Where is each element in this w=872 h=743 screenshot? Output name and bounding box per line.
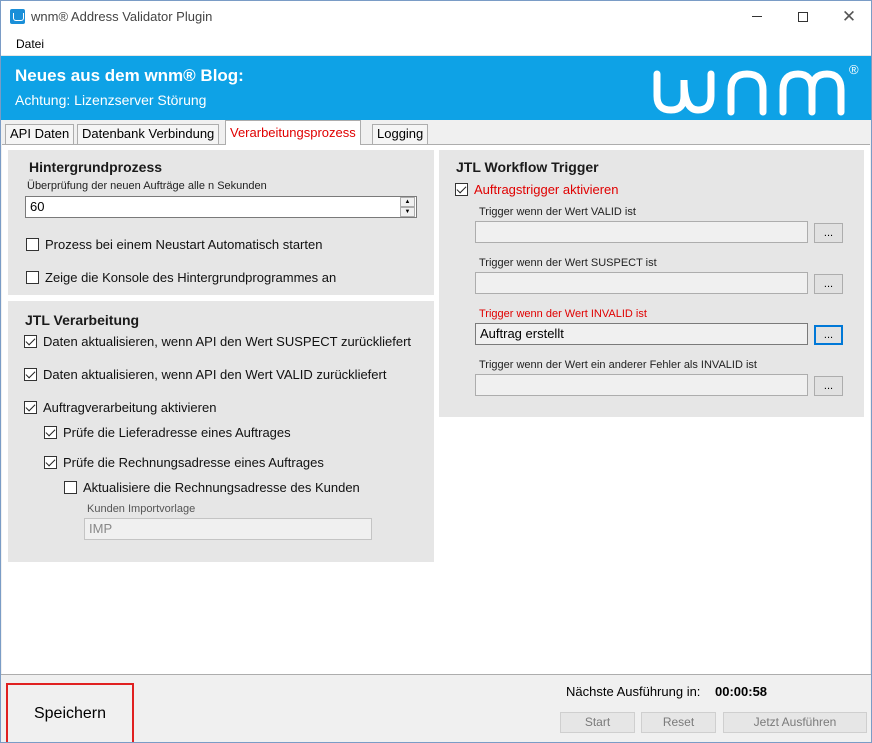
interval-label: Überprüfung der neuen Aufträge alle n Se… xyxy=(27,180,267,192)
minimize-button[interactable] xyxy=(734,1,780,32)
reset-button[interactable]: Reset xyxy=(641,712,716,733)
close-button[interactable]: ✕ xyxy=(826,1,871,32)
close-icon: ✕ xyxy=(841,6,857,26)
title-bar: wnm® Address Validator Plugin ✕ xyxy=(1,1,871,32)
trigger-other-input[interactable] xyxy=(475,374,808,396)
panel-jtl-workflow-trigger: JTL Workflow Trigger Auftragstrigger akt… xyxy=(439,150,864,417)
order-processing-checkbox[interactable] xyxy=(24,401,37,414)
import-template-input[interactable]: IMP xyxy=(84,518,372,540)
start-button[interactable]: Start xyxy=(560,712,635,733)
minimize-icon xyxy=(752,16,762,17)
next-run-label: Nächste Ausführung in: xyxy=(566,684,701,699)
interval-stepper[interactable]: ▲ ▼ xyxy=(400,197,415,217)
workflow-enable-checkbox-row[interactable]: Auftragstrigger aktivieren xyxy=(455,182,619,197)
banner-subtitle[interactable]: Achtung: Lizenzserver Störung xyxy=(15,92,206,108)
check-billing-checkbox[interactable] xyxy=(44,456,57,469)
blog-banner: Neues aus dem wnm® Blog: Achtung: Lizenz… xyxy=(1,56,871,120)
footer-bar: Speichern Nächste Ausführung in: 00:00:5… xyxy=(1,674,871,742)
tab-datenbank-verbindung[interactable]: Datenbank Verbindung xyxy=(77,124,220,144)
trigger-invalid-browse-button[interactable]: ... xyxy=(814,325,843,345)
stepper-down-icon[interactable]: ▼ xyxy=(400,207,415,217)
update-customer-billing-label: Aktualisiere die Rechnungsadresse des Ku… xyxy=(83,480,360,495)
order-processing-label: Auftragverarbeitung aktivieren xyxy=(43,400,217,415)
console-checkbox-row[interactable]: Zeige die Konsole des Hintergrundprogram… xyxy=(26,270,336,285)
panel-hintergrundprozess: Hintergrundprozess Überprüfung der neuen… xyxy=(8,150,434,295)
console-label: Zeige die Konsole des Hintergrundprogram… xyxy=(45,270,337,285)
update-valid-checkbox-row[interactable]: Daten aktualisieren, wenn API den Wert V… xyxy=(24,367,386,382)
autostart-label: Prozess bei einem Neustart Automatisch s… xyxy=(45,237,323,252)
check-billing-label: Prüfe die Rechnungsadresse eines Auftrag… xyxy=(63,455,324,470)
maximize-icon xyxy=(798,11,808,22)
trigger-suspect-browse-button[interactable]: ... xyxy=(814,274,843,294)
check-delivery-label: Prüfe die Lieferadresse eines Auftrages xyxy=(63,425,291,440)
next-run-countdown: 00:00:58 xyxy=(715,684,768,699)
trigger-invalid-input[interactable]: Auftrag erstellt xyxy=(475,323,808,345)
trigger-other-label: Trigger wenn der Wert ein anderer Fehler… xyxy=(479,359,757,371)
wnm-logo: ® xyxy=(653,62,859,116)
trigger-suspect-label: Trigger wenn der Wert SUSPECT ist xyxy=(479,257,657,269)
maximize-button[interactable] xyxy=(780,1,826,32)
trigger-suspect-input[interactable] xyxy=(475,272,808,294)
panel-title-workflow: JTL Workflow Trigger xyxy=(456,159,599,175)
trigger-other-browse-button[interactable]: ... xyxy=(814,376,843,396)
import-template-label: Kunden Importvorlage xyxy=(87,503,196,515)
run-now-button[interactable]: Jetzt Ausführen xyxy=(723,712,867,733)
menu-item-datei[interactable]: Datei xyxy=(16,37,44,51)
check-delivery-checkbox-row[interactable]: Prüfe die Lieferadresse eines Auftrages xyxy=(44,425,291,440)
check-billing-checkbox-row[interactable]: Prüfe die Rechnungsadresse eines Auftrag… xyxy=(44,455,324,470)
update-valid-label: Daten aktualisieren, wenn API den Wert V… xyxy=(43,367,387,382)
tab-logging[interactable]: Logging xyxy=(372,124,429,144)
update-valid-checkbox[interactable] xyxy=(24,368,37,381)
autostart-checkbox[interactable] xyxy=(26,238,39,251)
save-button[interactable]: Speichern xyxy=(6,683,134,742)
window-title: wnm® Address Validator Plugin xyxy=(31,9,213,24)
tab-verarbeitungsprozess[interactable]: Verarbeitungsprozess xyxy=(225,120,361,145)
update-suspect-label: Daten aktualisieren, wenn API den Wert S… xyxy=(43,334,412,349)
app-window: wnm® Address Validator Plugin ✕ Datei Ne… xyxy=(0,0,872,743)
workflow-enable-checkbox[interactable] xyxy=(455,183,468,196)
workflow-enable-label: Auftragstrigger aktivieren xyxy=(474,182,619,197)
app-icon xyxy=(10,9,25,24)
trigger-valid-input[interactable] xyxy=(475,221,808,243)
tab-strip: API Daten Datenbank Verbindung Verarbeit… xyxy=(1,120,871,145)
banner-title[interactable]: Neues aus dem wnm® Blog: xyxy=(15,66,244,86)
autostart-checkbox-row[interactable]: Prozess bei einem Neustart Automatisch s… xyxy=(26,237,322,252)
order-processing-checkbox-row[interactable]: Auftragverarbeitung aktivieren xyxy=(24,400,216,415)
trigger-valid-browse-button[interactable]: ... xyxy=(814,223,843,243)
console-checkbox[interactable] xyxy=(26,271,39,284)
trigger-valid-label: Trigger wenn der Wert VALID ist xyxy=(479,206,636,218)
logo-registered-mark: ® xyxy=(849,62,859,77)
update-customer-billing-checkbox-row[interactable]: Aktualisiere die Rechnungsadresse des Ku… xyxy=(64,480,360,495)
check-delivery-checkbox[interactable] xyxy=(44,426,57,439)
stepper-up-icon[interactable]: ▲ xyxy=(400,197,415,207)
update-suspect-checkbox[interactable] xyxy=(24,335,37,348)
panel-jtl-verarbeitung: JTL Verarbeitung Daten aktualisieren, we… xyxy=(8,301,434,562)
update-suspect-checkbox-row[interactable]: Daten aktualisieren, wenn API den Wert S… xyxy=(24,334,411,349)
update-customer-billing-checkbox[interactable] xyxy=(64,481,77,494)
menu-bar: Datei xyxy=(1,32,871,56)
panel-title-jtl-verarbeitung: JTL Verarbeitung xyxy=(25,312,140,328)
trigger-invalid-label: Trigger wenn der Wert INVALID ist xyxy=(479,308,647,320)
interval-input[interactable]: 60 xyxy=(25,196,417,218)
panel-title-hintergrundprozess: Hintergrundprozess xyxy=(29,159,163,175)
tab-page-verarbeitungsprozess: Hintergrundprozess Überprüfung der neuen… xyxy=(2,144,870,674)
tab-api-daten[interactable]: API Daten xyxy=(5,124,75,144)
